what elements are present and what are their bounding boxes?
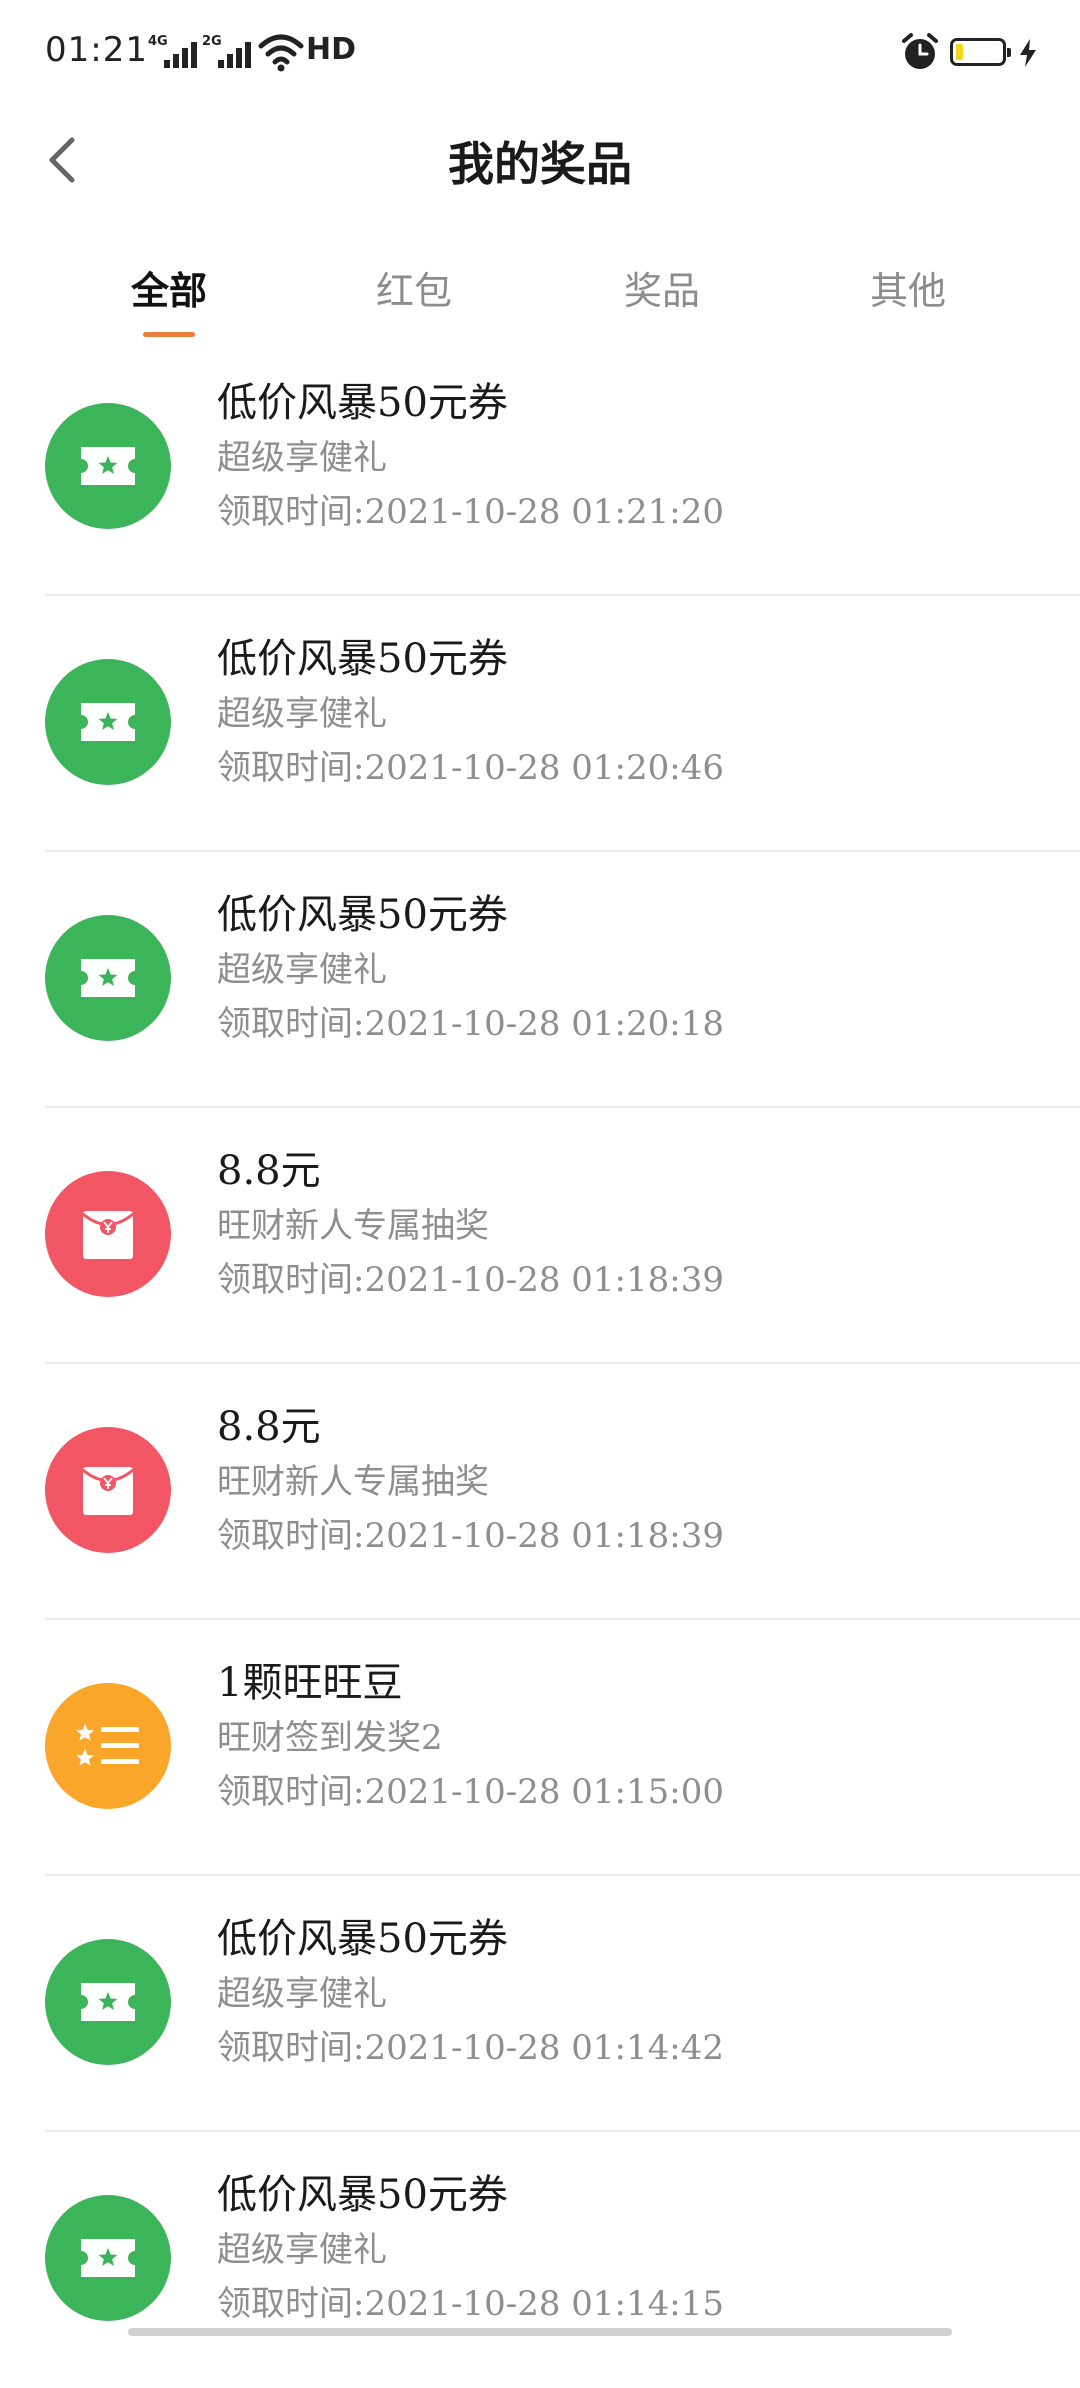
prize-source: 超级享健礼 — [217, 438, 387, 478]
star-list-icon — [45, 1683, 171, 1809]
prize-list: 低价风暴50元券 超级享健礼 领取时间:2021-10-28 01:21:20 … — [0, 340, 1080, 2388]
prize-claim-time: 领取时间:2021-10-28 01:21:20 — [217, 492, 724, 532]
charging-icon — [1020, 39, 1036, 67]
coupon-ticket-icon — [45, 403, 171, 529]
prize-title: 低价风暴50元券 — [217, 1916, 508, 1962]
prize-claim-time: 领取时间:2021-10-28 01:18:39 — [217, 1516, 724, 1556]
tab-red-packet[interactable]: 红包 — [334, 260, 494, 315]
header: 我的奖品 — [0, 108, 1080, 212]
prize-item[interactable]: 低价风暴50元券 超级享健礼 领取时间:2021-10-28 01:14:42 — [45, 1876, 1080, 2132]
coupon-ticket-icon — [45, 1939, 171, 2065]
prize-item[interactable]: 低价风暴50元券 超级享健礼 领取时间:2021-10-28 01:14:15 — [45, 2132, 1080, 2388]
battery-icon — [950, 38, 1011, 66]
prize-source: 旺财新人专属抽奖 — [217, 1206, 489, 1246]
battery-level — [956, 44, 963, 60]
prize-claim-time: 领取时间:2021-10-28 01:20:46 — [217, 748, 724, 788]
prize-source: 超级享健礼 — [217, 694, 387, 734]
coupon-ticket-icon — [45, 915, 171, 1041]
prize-title: 低价风暴50元券 — [217, 2172, 508, 2218]
prize-source: 超级享健礼 — [217, 1974, 387, 2014]
prize-title: 低价风暴50元券 — [217, 380, 508, 426]
prize-claim-time: 领取时间:2021-10-28 01:15:00 — [217, 1772, 724, 1812]
tab-other[interactable]: 其他 — [828, 260, 988, 315]
gesture-bar[interactable] — [128, 2328, 952, 2336]
hd-voice-indicator: HD — [306, 32, 357, 67]
tab-all[interactable]: 全部 — [89, 260, 249, 315]
red-envelope-icon — [45, 1427, 171, 1553]
tab-bar: 全部 红包 奖品 其他 — [0, 240, 1080, 340]
tab-prizes[interactable]: 奖品 — [582, 260, 742, 315]
prize-source: 超级享健礼 — [217, 2230, 387, 2270]
prize-title: 低价风暴50元券 — [217, 636, 508, 682]
coupon-ticket-icon — [45, 659, 171, 785]
prize-source: 超级享健礼 — [217, 950, 387, 990]
prize-title: 低价风暴50元券 — [217, 892, 508, 938]
prize-claim-time: 领取时间:2021-10-28 01:18:39 — [217, 1260, 724, 1300]
status-time: 01:21 — [45, 30, 148, 70]
prize-item[interactable]: 1颗旺旺豆 旺财签到发奖2 领取时间:2021-10-28 01:15:00 — [45, 1620, 1080, 1876]
wifi-icon — [258, 34, 304, 72]
active-tab-indicator — [143, 332, 195, 337]
prize-title: 8.8元 — [217, 1148, 321, 1194]
prize-item[interactable]: 低价风暴50元券 超级享健礼 领取时间:2021-10-28 01:20:18 — [45, 852, 1080, 1108]
prize-item[interactable]: 低价风暴50元券 超级享健礼 领取时间:2021-10-28 01:20:46 — [45, 596, 1080, 852]
prize-title: 8.8元 — [217, 1404, 321, 1450]
prize-claim-time: 领取时间:2021-10-28 01:14:15 — [217, 2284, 724, 2324]
prize-claim-time: 领取时间:2021-10-28 01:14:42 — [217, 2028, 724, 2068]
prize-title: 1颗旺旺豆 — [217, 1660, 403, 1706]
prize-item[interactable]: 8.8元 旺财新人专属抽奖 领取时间:2021-10-28 01:18:39 — [45, 1364, 1080, 1620]
prize-source: 旺财新人专属抽奖 — [217, 1462, 489, 1502]
prize-item[interactable]: 8.8元 旺财新人专属抽奖 领取时间:2021-10-28 01:18:39 — [45, 1108, 1080, 1364]
prize-item[interactable]: 低价风暴50元券 超级享健礼 领取时间:2021-10-28 01:21:20 — [45, 340, 1080, 596]
page-title: 我的奖品 — [448, 137, 632, 191]
alarm-icon — [902, 33, 938, 69]
prize-claim-time: 领取时间:2021-10-28 01:20:18 — [217, 1004, 724, 1044]
status-bar: 01:21 4G 2G HD — [0, 0, 1080, 108]
red-envelope-icon — [45, 1171, 171, 1297]
coupon-ticket-icon — [45, 2195, 171, 2321]
prize-source: 旺财签到发奖2 — [217, 1718, 443, 1758]
